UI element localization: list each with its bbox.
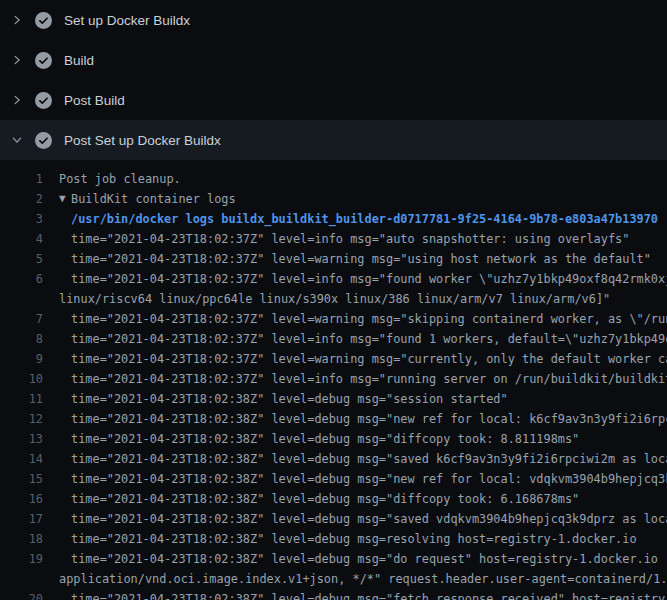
log-line: linux/riscv64 linux/ppc64le linux/s390x … — [0, 289, 667, 309]
log-line-text: time="2021-04-23T18:02:38Z" level=debug … — [43, 489, 579, 509]
log-line-number[interactable]: 18 — [0, 529, 43, 549]
log-line-number — [0, 569, 43, 589]
step-header-set-up-docker-buildx[interactable]: Set up Docker Buildx — [0, 0, 667, 40]
log-line-number[interactable]: 13 — [0, 429, 43, 449]
check-circle-icon — [35, 132, 52, 149]
log-line-number[interactable]: 10 — [0, 369, 43, 389]
log-line-number[interactable]: 14 — [0, 449, 43, 469]
log-line: 18time="2021-04-23T18:02:38Z" level=debu… — [0, 529, 667, 549]
log-line: 20time="2021-04-23T18:02:38Z" level=debu… — [0, 589, 667, 600]
log-line: application/vnd.oci.image.index.v1+json,… — [0, 569, 667, 589]
log-line-text: application/vnd.oci.image.index.v1+json,… — [43, 569, 667, 589]
step-header-build[interactable]: Build — [0, 40, 667, 80]
log-line-text: time="2021-04-23T18:02:38Z" level=debug … — [43, 429, 579, 449]
step-header-post-set-up-docker-buildx[interactable]: Post Set up Docker Buildx — [0, 120, 667, 160]
log-line-number[interactable]: 7 — [0, 309, 43, 329]
log-line: 15time="2021-04-23T18:02:38Z" level=debu… — [0, 469, 667, 489]
log-line: 1Post job cleanup. — [0, 169, 667, 189]
log-line: 14time="2021-04-23T18:02:38Z" level=debu… — [0, 449, 667, 469]
chevron-right-icon — [10, 92, 23, 108]
log-line-number — [0, 289, 43, 309]
chevron-right-icon — [10, 52, 23, 68]
log-line: 2▼BuildKit container logs — [0, 189, 667, 209]
log-line-text: time="2021-04-23T18:02:38Z" level=debug … — [43, 589, 667, 600]
log-line-text: linux/riscv64 linux/ppc64le linux/s390x … — [43, 289, 610, 309]
log-line: 4time="2021-04-23T18:02:37Z" level=info … — [0, 229, 667, 249]
log-line: 17time="2021-04-23T18:02:38Z" level=debu… — [0, 509, 667, 529]
log-group-header[interactable]: ▼BuildKit container logs — [43, 189, 236, 209]
log-line-number[interactable]: 5 — [0, 249, 43, 269]
log-line-number[interactable]: 11 — [0, 389, 43, 409]
steps-list: Set up Docker Buildx Build Post Build Post … — [0, 0, 667, 160]
log-line-text: time="2021-04-23T18:02:37Z" level=info m… — [43, 229, 629, 249]
log-line-text: time="2021-04-23T18:02:38Z" level=debug … — [43, 449, 667, 469]
log-line: 12time="2021-04-23T18:02:38Z" level=debu… — [0, 409, 667, 429]
chevron-right-icon — [10, 12, 23, 28]
log-line-text: time="2021-04-23T18:02:38Z" level=debug … — [43, 469, 667, 489]
log-line-number[interactable]: 9 — [0, 349, 43, 369]
check-circle-icon — [35, 52, 52, 69]
log-line-number[interactable]: 15 — [0, 469, 43, 489]
log-line-text: time="2021-04-23T18:02:37Z" level=info m… — [43, 369, 667, 389]
log-line: 19time="2021-04-23T18:02:38Z" level=debu… — [0, 549, 667, 569]
log-line: 6time="2021-04-23T18:02:37Z" level=info … — [0, 269, 667, 289]
log-line: 5time="2021-04-23T18:02:37Z" level=warni… — [0, 249, 667, 269]
log-line: 16time="2021-04-23T18:02:38Z" level=debu… — [0, 489, 667, 509]
log-line-number[interactable]: 4 — [0, 229, 43, 249]
log-line-text: time="2021-04-23T18:02:38Z" level=debug … — [43, 389, 508, 409]
log-command-text: /usr/bin/docker logs buildx_buildkit_bui… — [43, 209, 658, 229]
log-line: 10time="2021-04-23T18:02:37Z" level=info… — [0, 369, 667, 389]
step-title: Set up Docker Buildx — [64, 13, 190, 28]
check-circle-icon — [35, 12, 52, 29]
chevron-down-icon — [10, 132, 23, 148]
log-line-text: time="2021-04-23T18:02:37Z" level=info m… — [43, 269, 667, 289]
step-header-post-build[interactable]: Post Build — [0, 80, 667, 120]
log-line-number[interactable]: 12 — [0, 409, 43, 429]
log-line-text: time="2021-04-23T18:02:37Z" level=info m… — [43, 329, 667, 349]
log-line: 11time="2021-04-23T18:02:38Z" level=debu… — [0, 389, 667, 409]
log-line-text: time="2021-04-23T18:02:37Z" level=warnin… — [43, 249, 651, 269]
log-line-number[interactable]: 20 — [0, 589, 43, 600]
step-title: Post Build — [64, 93, 125, 108]
log-line-number[interactable]: 17 — [0, 509, 43, 529]
log-line: 9time="2021-04-23T18:02:37Z" level=warni… — [0, 349, 667, 369]
step-title: Build — [64, 53, 94, 68]
log-line-text: time="2021-04-23T18:02:37Z" level=warnin… — [43, 309, 667, 329]
log-line-number[interactable]: 2 — [0, 189, 43, 209]
group-expanded-triangle-icon: ▼ — [59, 189, 71, 209]
step-title: Post Set up Docker Buildx — [64, 133, 221, 148]
log-line-number[interactable]: 8 — [0, 329, 43, 349]
log-line-number[interactable]: 3 — [0, 209, 43, 229]
check-circle-icon — [35, 92, 52, 109]
log-line-text: time="2021-04-23T18:02:38Z" level=debug … — [43, 549, 667, 569]
log-line-number[interactable]: 1 — [0, 169, 43, 189]
log-line-text: time="2021-04-23T18:02:38Z" level=debug … — [43, 509, 667, 529]
log-line-text: time="2021-04-23T18:02:38Z" level=debug … — [43, 529, 637, 549]
log-line: 8time="2021-04-23T18:02:37Z" level=info … — [0, 329, 667, 349]
log-line-text: time="2021-04-23T18:02:37Z" level=warnin… — [43, 349, 667, 369]
log-line-number[interactable]: 16 — [0, 489, 43, 509]
log-group-title: BuildKit container logs — [71, 192, 236, 206]
log-line: 3/usr/bin/docker logs buildx_buildkit_bu… — [0, 209, 667, 229]
log-area: 1Post job cleanup.2▼BuildKit container l… — [0, 160, 667, 600]
log-line: 7time="2021-04-23T18:02:37Z" level=warni… — [0, 309, 667, 329]
log-line-text: Post job cleanup. — [43, 169, 181, 189]
log-line-number[interactable]: 6 — [0, 269, 43, 289]
log-line-text: time="2021-04-23T18:02:38Z" level=debug … — [43, 409, 667, 429]
log-line-number[interactable]: 19 — [0, 549, 43, 569]
log-line: 13time="2021-04-23T18:02:38Z" level=debu… — [0, 429, 667, 449]
